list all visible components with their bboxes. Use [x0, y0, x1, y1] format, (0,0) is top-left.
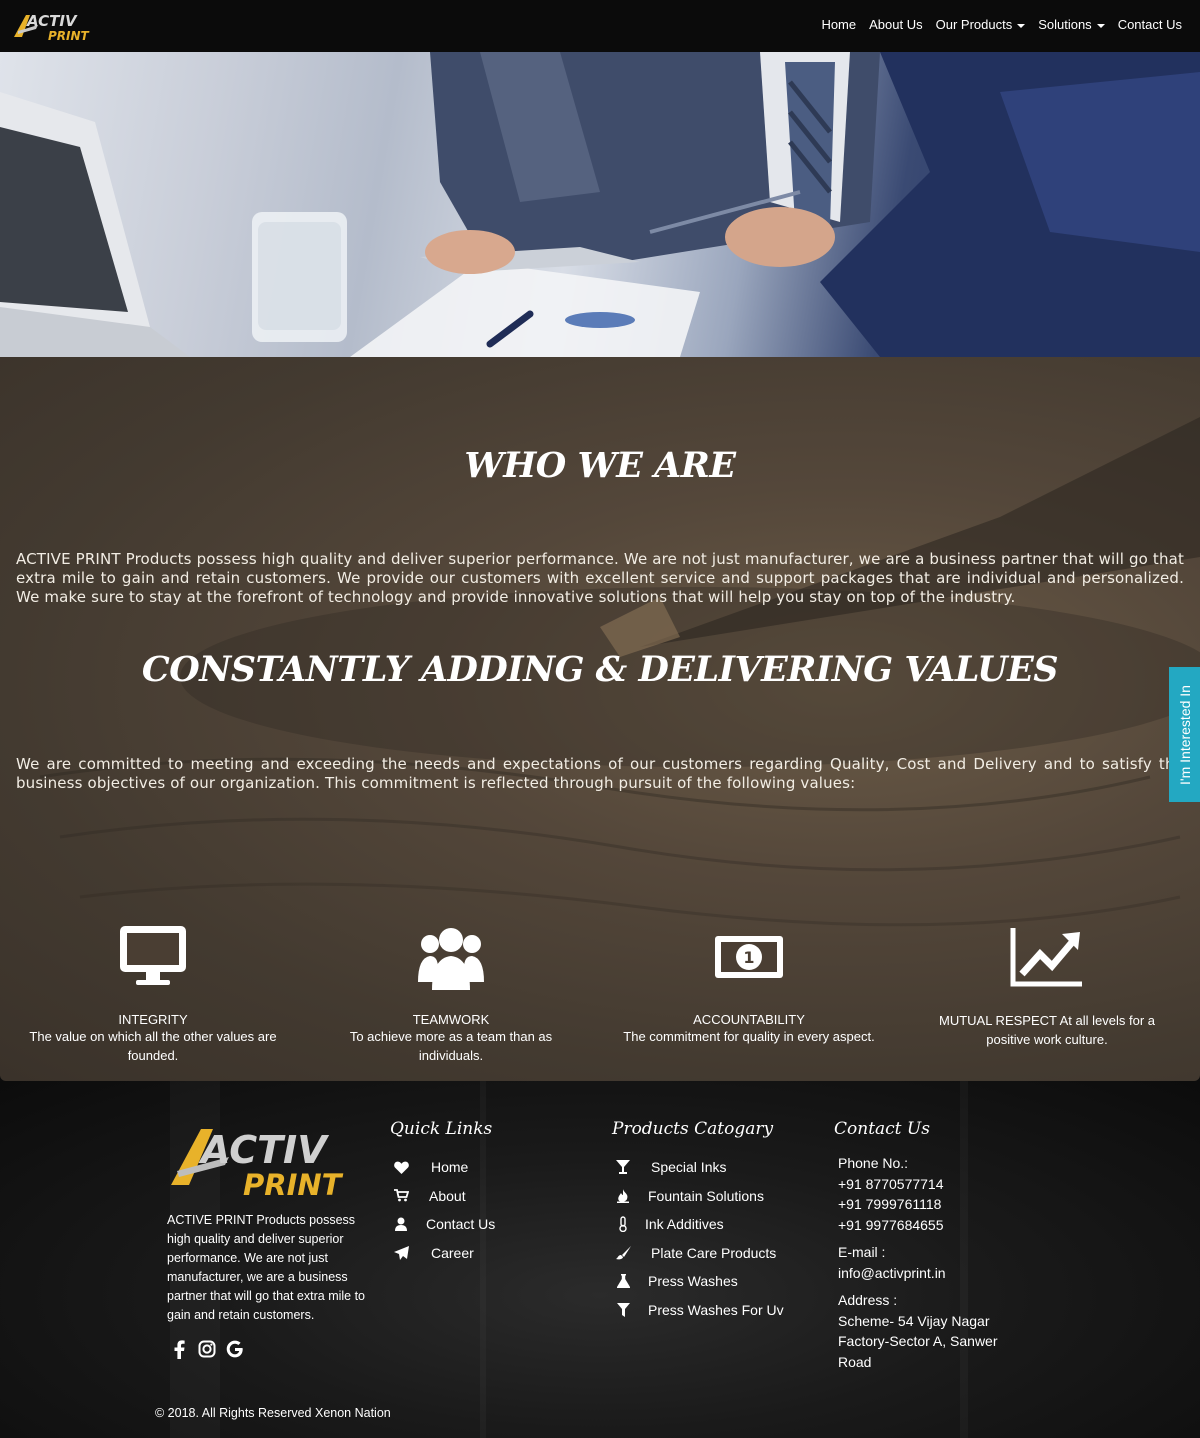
- who-we-are-text: ACTIVE PRINT Products possess high quali…: [16, 550, 1184, 606]
- value-desc: The value on which all the other values …: [29, 1029, 277, 1063]
- footer-logo: ACTIV PRINT: [171, 1128, 344, 1201]
- product-link-press-washes-uv[interactable]: Press Washes For Uv: [614, 1296, 784, 1325]
- product-link-special-inks[interactable]: Special Inks: [614, 1153, 784, 1182]
- product-link-press-washes[interactable]: Press Washes: [614, 1267, 784, 1296]
- user-icon: [392, 1216, 410, 1232]
- value-title: TEAMWORK: [412, 1012, 490, 1027]
- phone-label: Phone No.:: [838, 1155, 909, 1171]
- nav-contact-label: Contact Us: [1117, 17, 1182, 32]
- instagram-icon[interactable]: [198, 1339, 216, 1359]
- value-title: MUTUAL RESPECT At all levels for a posit…: [938, 1013, 1155, 1047]
- products-list: Special Inks Fountain Solutions Ink Addi…: [614, 1153, 784, 1324]
- facebook-icon[interactable]: [170, 1339, 188, 1359]
- activ-print-logo[interactable]: ACTIV PRINT: [12, 9, 96, 43]
- product-link-fountain-solutions[interactable]: Fountain Solutions: [614, 1182, 784, 1211]
- phone-number[interactable]: +91 7999761118: [838, 1194, 1018, 1215]
- value-desc: To achieve more as a team than as indivi…: [349, 1029, 553, 1063]
- google-icon[interactable]: [226, 1339, 244, 1359]
- values-heading: CONSTANTLY ADDING & DELIVERING VALUES: [141, 649, 1059, 690]
- nav-solutions-label: Solutions: [1038, 17, 1092, 32]
- nav-solutions-dropdown[interactable]: Solutions: [1038, 17, 1105, 32]
- nav-products-label: Our Products: [935, 17, 1013, 32]
- value-integrity: INTEGRITY The value on which all the oth…: [3, 922, 303, 1065]
- values-row: INTEGRITY The value on which all the oth…: [0, 922, 1200, 1072]
- value-accountability: 1 ACCOUNTABILITY The commitment for qual…: [599, 922, 899, 1046]
- nav-about-label: About Us: [869, 17, 923, 32]
- quick-links-heading: Quick Links: [390, 1119, 493, 1139]
- filter-icon: [614, 1302, 632, 1318]
- who-we-are-heading: WHO WE ARE: [464, 445, 736, 486]
- address-label: Address :: [838, 1292, 898, 1308]
- value-teamwork: TEAMWORK To achieve more as a team than …: [301, 922, 601, 1065]
- money-icon: 1: [715, 936, 783, 978]
- fire-icon: [614, 1188, 632, 1204]
- caret-down-icon: [1096, 23, 1105, 28]
- quick-link-label: About: [429, 1187, 466, 1204]
- product-link-label: Plate Care Products: [651, 1244, 777, 1261]
- quick-link-label: Contact Us: [426, 1216, 496, 1233]
- value-mutual-respect: MUTUAL RESPECT At all levels for a posit…: [897, 922, 1197, 1049]
- products-category-heading: Products Catogary: [612, 1119, 774, 1139]
- cart-icon: [392, 1188, 410, 1204]
- hero-business-photo: [0, 52, 1200, 357]
- quick-link-career[interactable]: Career: [392, 1239, 495, 1268]
- product-link-label: Special Inks: [651, 1159, 727, 1176]
- svg-text:PRINT: PRINT: [48, 29, 90, 43]
- footer-about-text: ACTIVE PRINT Products possess high quali…: [167, 1213, 366, 1322]
- brush-icon: [614, 1245, 632, 1261]
- quick-link-about[interactable]: About: [392, 1182, 495, 1211]
- svg-text:ACTIV: ACTIV: [26, 12, 78, 30]
- value-title: ACCOUNTABILITY: [693, 1012, 805, 1027]
- svg-text:1: 1: [743, 948, 754, 967]
- hero-banner: [0, 52, 1200, 357]
- nav-home[interactable]: Home: [821, 17, 856, 32]
- flask-icon: [614, 1273, 632, 1289]
- email-address[interactable]: info@activprint.in: [838, 1263, 1018, 1284]
- social-links: [170, 1339, 244, 1359]
- product-link-ink-additives[interactable]: Ink Additives: [614, 1210, 784, 1239]
- product-link-label: Press Washes For Uv: [648, 1301, 784, 1318]
- phone-number[interactable]: +91 9977684655: [838, 1215, 1018, 1236]
- product-link-label: Ink Additives: [645, 1216, 724, 1233]
- nav-contact-us[interactable]: Contact Us: [1118, 17, 1182, 32]
- quick-link-label: Home: [431, 1159, 469, 1176]
- nav-our-products-dropdown[interactable]: Our Products: [936, 17, 1026, 32]
- quick-link-contact-us[interactable]: Contact Us: [392, 1210, 495, 1239]
- values-intro-text: We are committed to meeting and exceedin…: [16, 755, 1184, 792]
- caret-down-icon: [1017, 23, 1026, 28]
- value-title: INTEGRITY: [118, 1012, 188, 1027]
- phone-number[interactable]: +91 8770577714: [838, 1174, 1018, 1195]
- product-link-label: Press Washes: [648, 1273, 738, 1290]
- copyright-text: © 2018. All Rights Reserved Xenon Nation: [155, 1406, 391, 1420]
- quick-links-list: Home About Contact Us Career: [392, 1153, 495, 1267]
- product-link-label: Fountain Solutions: [648, 1187, 764, 1204]
- cocktail-icon: [614, 1159, 632, 1175]
- product-link-plate-care[interactable]: Plate Care Products: [614, 1239, 784, 1268]
- paper-plane-icon: [392, 1245, 410, 1261]
- thermometer-icon: [614, 1216, 632, 1233]
- quick-link-home[interactable]: Home: [392, 1153, 495, 1182]
- svg-text:ACTIV: ACTIV: [198, 1128, 329, 1172]
- chart-line-icon: [1010, 928, 1082, 987]
- svg-text:PRINT: PRINT: [243, 1168, 344, 1201]
- value-desc: The commitment for quality in every aspe…: [623, 1029, 875, 1044]
- footer: ACTIV PRINT ACTIVE PRINT Products posses…: [0, 1081, 1200, 1438]
- heart-icon: [392, 1159, 410, 1175]
- monitor-icon: [120, 926, 186, 985]
- side-tab-label: I'm Interested In: [1176, 684, 1193, 785]
- nav-menu: Home About Us Our Products Solutions Con…: [808, 17, 1182, 32]
- footer-contact-heading: Contact Us: [834, 1119, 930, 1139]
- navbar: ACTIV PRINT Home About Us Our Products S…: [0, 0, 1200, 52]
- nav-about-us[interactable]: About Us: [869, 17, 922, 32]
- footer-contact-info: Phone No.: +91 8770577714 +91 7999761118…: [838, 1153, 1018, 1372]
- nav-home-label: Home: [821, 17, 857, 32]
- team-icon: [418, 928, 484, 990]
- email-label: E-mail :: [838, 1244, 886, 1260]
- interested-in-side-tab[interactable]: I'm Interested In: [1169, 667, 1200, 802]
- quick-link-label: Career: [431, 1244, 474, 1261]
- address-text: Scheme- 54 Vijay Nagar Factory-Sector A,…: [838, 1312, 998, 1370]
- who-we-are-section: WHO WE ARE ACTIVE PRINT Products possess…: [0, 357, 1200, 1081]
